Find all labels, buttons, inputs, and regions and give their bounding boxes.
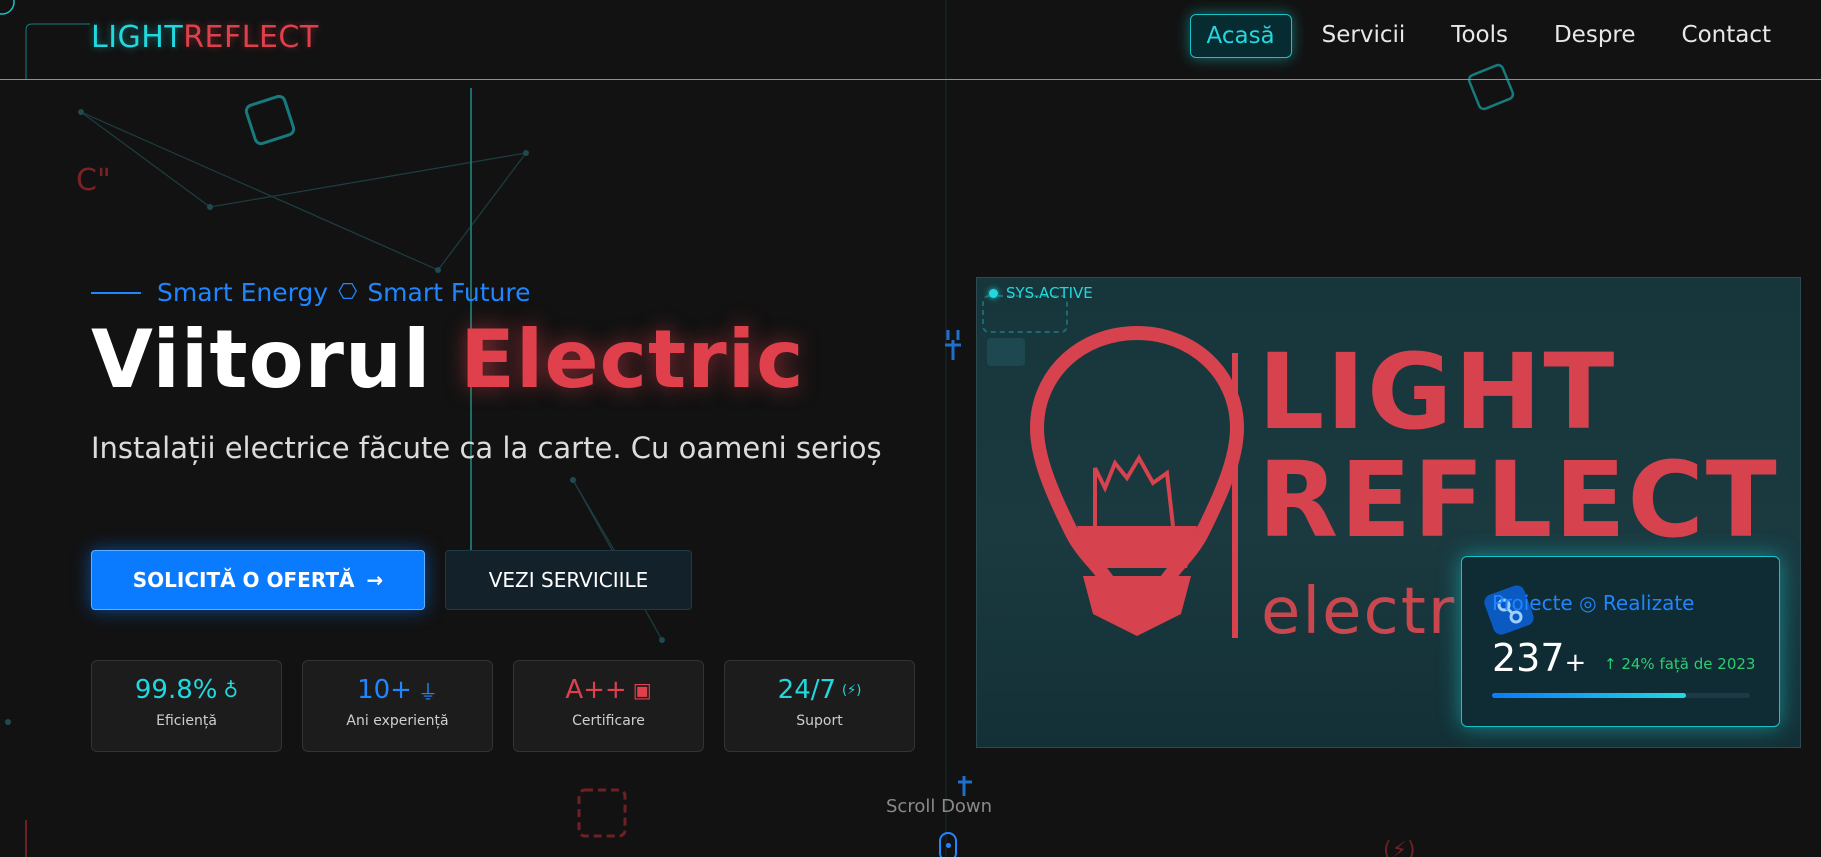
stat-value: 24/7 bbox=[777, 675, 837, 705]
projects-progress-bar bbox=[1492, 693, 1750, 698]
stat-label: Certificare bbox=[572, 713, 645, 729]
stat-card-support: 24/7 (⚡) Suport bbox=[724, 660, 915, 752]
stat-label: Eficiență bbox=[156, 713, 217, 729]
hero-title-part1: Viitorul bbox=[91, 313, 432, 406]
projects-count: 237 bbox=[1492, 636, 1565, 680]
projects-progress-fill bbox=[1492, 693, 1686, 698]
nav-item-servicii[interactable]: Servicii bbox=[1306, 14, 1422, 58]
main-nav: Acasă Servicii Tools Despre Contact bbox=[1189, 14, 1788, 58]
hero-title: Viitorul Electric bbox=[91, 320, 805, 400]
logo-part-light: LIGHT bbox=[91, 20, 184, 55]
nav-item-contact[interactable]: Contact bbox=[1666, 14, 1787, 58]
charging-icon: (⚡) bbox=[842, 682, 862, 698]
projects-value: 237+ bbox=[1492, 636, 1586, 680]
site-logo[interactable]: LIGHTREFLECT bbox=[91, 20, 319, 55]
projects-title: Proiecte ◎ Realizate bbox=[1492, 591, 1695, 615]
request-offer-label: SOLICITĂ O OFERTĂ bbox=[132, 568, 355, 592]
stat-value: 99.8% bbox=[134, 675, 218, 705]
projects-counter-card: Proiecte ◎ Realizate 237+ ↑ 24% față de … bbox=[1461, 556, 1780, 727]
svg-text:C": C" bbox=[76, 163, 111, 198]
lightbulb-icon: ♁ bbox=[223, 678, 239, 702]
plug-icon: ⏚ bbox=[417, 679, 438, 704]
view-services-button[interactable]: VEZI SERVICIILE bbox=[445, 550, 692, 610]
stat-card-certification: A++ ▣ Certificare bbox=[513, 660, 704, 752]
stat-value: A++ bbox=[565, 675, 627, 705]
projects-delta: ↑ 24% față de 2023 bbox=[1604, 655, 1756, 673]
stat-value: 10+ bbox=[357, 675, 412, 705]
stat-card-efficiency: 99.8% ♁ Eficiență bbox=[91, 660, 282, 752]
brand-word-light: LIGHT bbox=[1258, 331, 1617, 453]
tagline-part1: Smart Energy bbox=[157, 278, 329, 307]
hero-subtitle: Instalații electrice făcute ca la carte.… bbox=[91, 431, 882, 465]
nav-item-tools[interactable]: Tools bbox=[1435, 14, 1524, 58]
status-text: SYS.ACTIVE bbox=[1006, 284, 1093, 302]
site-header: LIGHTREFLECT Acasă Servicii Tools Despre… bbox=[0, 0, 1821, 80]
tagline-part2: Smart Future bbox=[367, 278, 531, 307]
nav-item-despre[interactable]: Despre bbox=[1538, 14, 1652, 58]
nav-item-acasa[interactable]: Acasă bbox=[1189, 14, 1292, 58]
stat-label: Ani experiență bbox=[346, 713, 449, 729]
stat-label: Suport bbox=[796, 713, 843, 729]
stat-card-experience: 10+ ⏚ Ani experiență bbox=[302, 660, 493, 752]
brand-word-reflect: REFLECT bbox=[1258, 439, 1779, 561]
tagline-dash bbox=[91, 291, 141, 294]
projects-count-suffix: + bbox=[1564, 648, 1587, 678]
scroll-indicator[interactable] bbox=[939, 832, 957, 857]
scroll-down-label[interactable]: Scroll Down bbox=[886, 796, 992, 817]
status-dot bbox=[989, 288, 998, 298]
hexagon-icon: ⎔ bbox=[338, 280, 358, 305]
hero-tagline: Smart Energy ⎔ Smart Future bbox=[91, 278, 531, 307]
request-offer-button[interactable]: SOLICITĂ O OFERTĂ → bbox=[91, 550, 425, 610]
status-badge: SYS.ACTIVE bbox=[989, 284, 1093, 302]
svg-text:(⚡): (⚡) bbox=[1383, 838, 1416, 857]
certificate-icon: ▣ bbox=[632, 678, 652, 702]
arrow-right-icon: → bbox=[366, 568, 384, 592]
view-services-label: VEZI SERVICIILE bbox=[488, 568, 649, 592]
logo-part-reflect: REFLECT bbox=[183, 20, 319, 55]
hero-title-accent: Electric bbox=[460, 313, 805, 406]
